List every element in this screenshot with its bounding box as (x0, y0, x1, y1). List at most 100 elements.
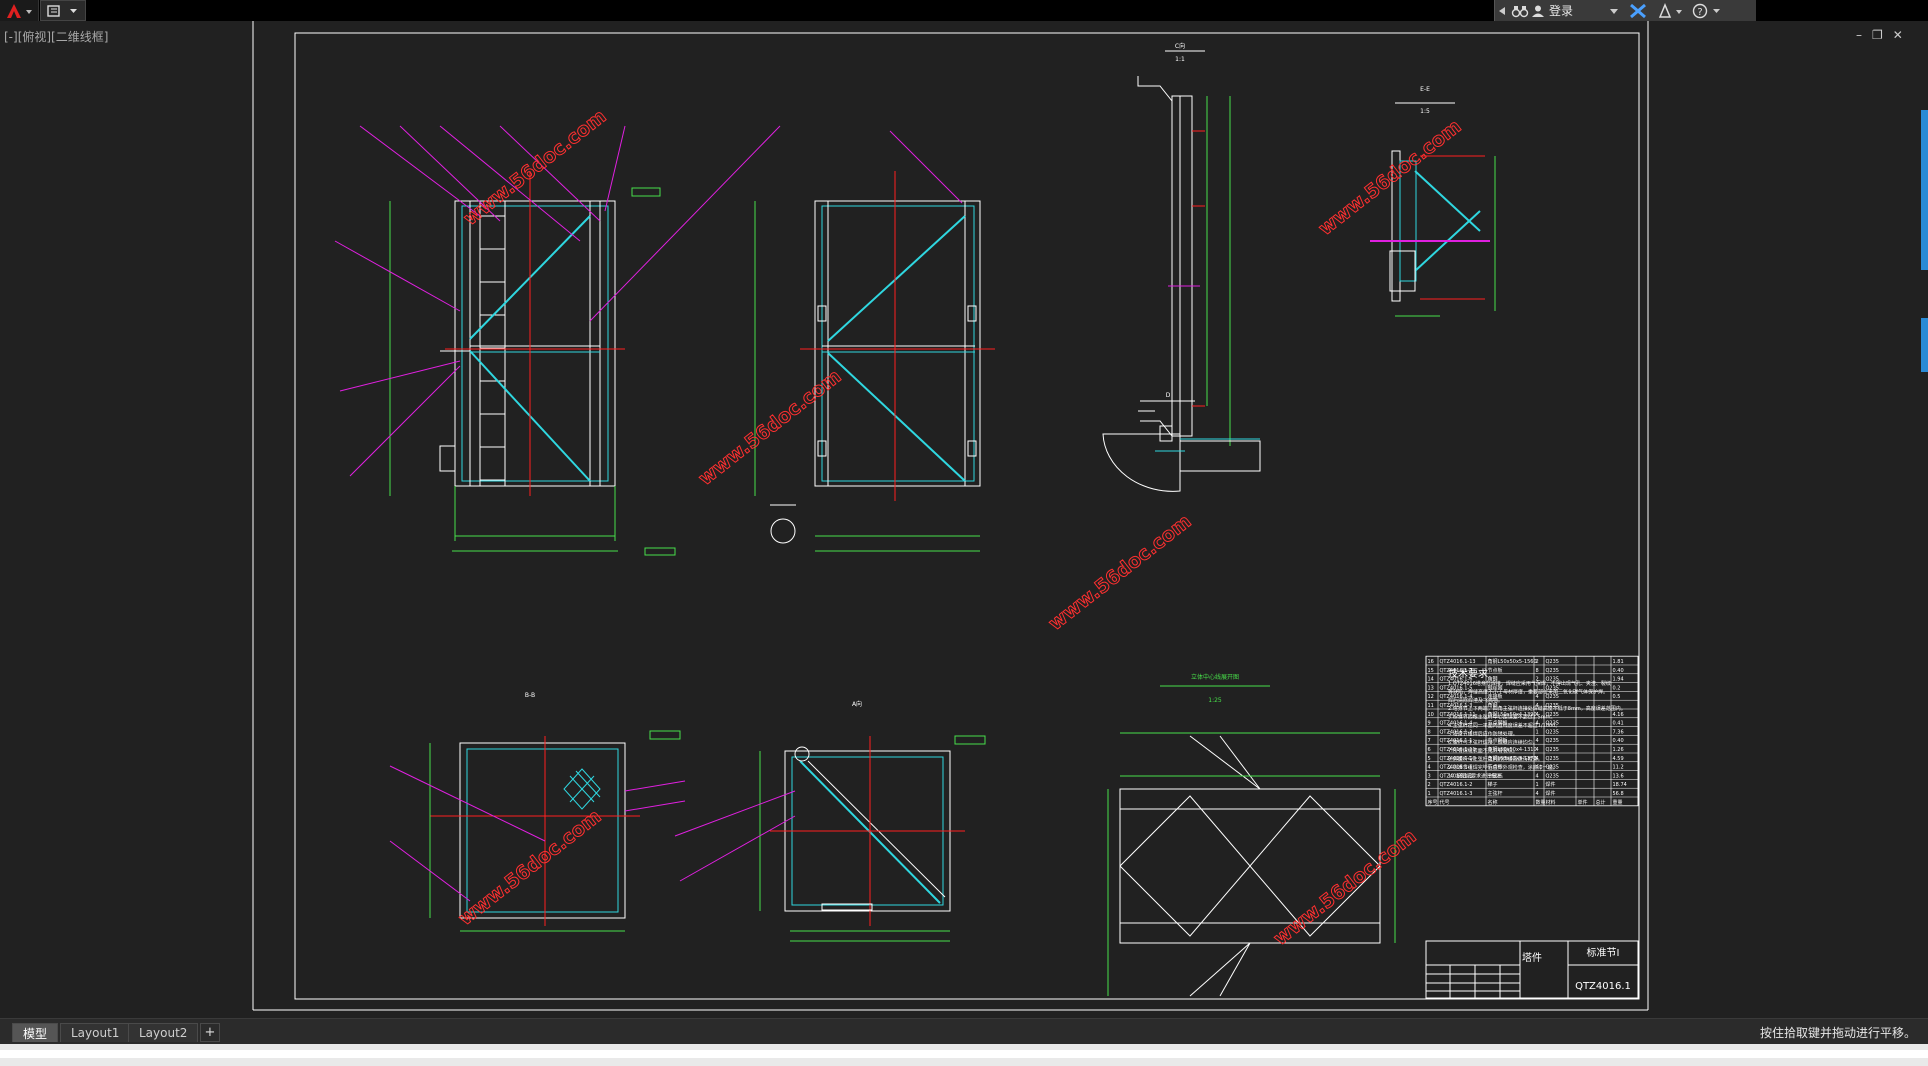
view-label-e: E-E (1420, 86, 1430, 93)
bom-cell: 节点板 (1488, 667, 1503, 674)
bom-cell: QTZ4016.1-10 (1440, 756, 1476, 762)
bom-cell: QTZ4016.1-4 (1440, 694, 1473, 700)
bom-cell: 4 (1536, 756, 1539, 762)
tab-layout2[interactable]: Layout2 (128, 1023, 199, 1042)
x-exchange-icon (1630, 3, 1646, 18)
bom-header-cell: 代号 (1440, 799, 1450, 806)
scroll-indicator-secondary[interactable] (1921, 318, 1928, 372)
watermark-text: www.56doc.com (1270, 825, 1421, 950)
bom-cell: 4 (1536, 738, 1539, 744)
bom-header-cell: 序号 (1428, 799, 1438, 806)
exchange-button[interactable] (1623, 0, 1653, 21)
info-collapse-arrow[interactable] (1495, 0, 1509, 21)
add-layout-button[interactable]: + (200, 1023, 220, 1042)
status-bar (0, 1044, 1928, 1066)
view-label-c: C向 (1175, 42, 1185, 50)
bom-cell: 2 (1536, 659, 1539, 665)
bom-cell: Q235 (1546, 677, 1559, 683)
bom-cell: 4 (1536, 791, 1539, 797)
bom-cell: 3 (1428, 773, 1431, 779)
bom-cell: QTZ4016.1-7 (1440, 668, 1473, 674)
unfolded-layout-view (1107, 685, 1396, 997)
binoculars-icon (1511, 5, 1529, 17)
bom-cell: 4 (1536, 765, 1539, 771)
view-label-scale-2: 1:5 (1420, 108, 1430, 115)
bom-cell: 节点钢板 (1488, 720, 1508, 727)
bom-cell: QTZ4016.1-1 (1440, 773, 1473, 779)
bom-cell: QTZ4016.1-1 (1440, 738, 1473, 744)
bom-cell: 节点板 (1488, 764, 1503, 771)
bill-of-materials-table: 16 QTZ4016.1-13 角钢L50x50x5-15602 Q235 1.8115… (1425, 655, 1639, 807)
bom-cell: 12 (1428, 694, 1434, 700)
a360-button[interactable] (1653, 0, 1687, 21)
bom-cell: 4 (1536, 773, 1539, 779)
bom-cell: 角钢L50x50x5-1560 (1488, 658, 1537, 665)
watermark-text: www.56doc.com (1315, 115, 1466, 240)
tab-layout1[interactable]: Layout1 (60, 1023, 131, 1042)
bom-cell: Q235 (1546, 668, 1559, 674)
bom-cell: 6 (1428, 747, 1431, 753)
tab-model[interactable]: 模型 (12, 1023, 59, 1042)
view-label-scale-1: 1:1 (1175, 56, 1185, 63)
quick-access-toolbar[interactable] (40, 0, 86, 21)
chevron-left-icon (1499, 6, 1505, 15)
bom-cell: 主弦杆 (1488, 772, 1503, 779)
bom-header-cell: 重量 (1613, 799, 1623, 806)
application-menu-button[interactable] (0, 0, 39, 21)
watermark-text: www.56doc.com (455, 805, 606, 930)
bom-cell: 8 (1536, 668, 1539, 674)
bom-cell: Q235 (1546, 756, 1559, 762)
watermark-text: www.56doc.com (695, 365, 846, 490)
view-label-scale-25: 1:25 (1208, 697, 1222, 704)
a360-icon (1658, 2, 1682, 18)
drawing-canvas[interactable]: 技术要求 1.QTZ4016塔身节焊接，焊缝应采用气保焊，不得出现气孔、夹渣、裂… (0, 21, 1928, 1017)
bom-cell: 1 (1536, 729, 1539, 735)
bom-cell: QTZ4016.1-13 (1440, 659, 1476, 665)
bom-cell: 4 (1536, 712, 1539, 718)
chevron-down-icon (1610, 8, 1618, 14)
bom-cell: 5 (1428, 756, 1431, 762)
title-bar: 登录 ? (0, 0, 1928, 21)
bom-cell: 连接板 (1488, 693, 1503, 700)
bom-header-cell: 单件 (1578, 799, 1588, 806)
view-label-layout: 立体中心线展开图 (1191, 673, 1239, 681)
bom-cell: 角钢 (1488, 702, 1498, 709)
side-view (754, 130, 995, 552)
bom-cell: QTZ4016.1-4 (1440, 721, 1473, 727)
info-center: 登录 ? (1494, 0, 1756, 21)
bom-cell: Q235 (1546, 694, 1559, 700)
scroll-indicator[interactable] (1921, 110, 1928, 270)
narrow-elevation-view (1137, 50, 1231, 446)
bom-cell: 角钢L50x50x4-1310 (1488, 746, 1537, 753)
login-button[interactable]: 登录 (1531, 0, 1623, 21)
bom-cell: 18.74 (1613, 782, 1627, 788)
bom-cell: QTZ4016.1-6 (1440, 677, 1473, 683)
watermark-text: www.56doc.com (1045, 510, 1196, 635)
title-block-part-name: 标准节Ⅰ (1587, 947, 1620, 959)
bom-cell: 焊件 (1546, 781, 1556, 788)
bom-cell: 8 (1428, 729, 1431, 735)
bom-cell: 56.8 (1613, 791, 1624, 797)
title-block-material: 塔件 (1522, 951, 1542, 964)
login-label: 登录 (1549, 4, 1574, 18)
bom-cell: 1 (1536, 782, 1539, 788)
bom-cell: 钢丝网 (1488, 684, 1503, 691)
bom-cell: 角钢 (1488, 676, 1498, 683)
help-button[interactable]: ? (1687, 0, 1727, 21)
title-block-doc-no: QTZ4016.1 (1575, 981, 1631, 992)
bom-cell: QTZ4016.1-3 (1440, 791, 1473, 797)
view-label-d: D (1166, 392, 1171, 399)
bom-header-cell: 总计 (1596, 799, 1606, 806)
bom-cell: 7.36 (1613, 729, 1624, 735)
bom-cell: 13 (1428, 685, 1434, 691)
drawing-frame (294, 32, 1640, 1000)
bom-cell: 1 (1428, 791, 1431, 797)
bom-cell: 4 (1428, 765, 1431, 771)
bom-cell: 角钢L50x50x4-1390 (1488, 711, 1537, 718)
bom-cell: QTZ4016.1-11 (1440, 747, 1476, 753)
bom-cell: Q235 (1546, 747, 1559, 753)
bom-cell: 1.81 (1613, 659, 1624, 665)
bom-cell: 2 (1536, 677, 1539, 683)
search-button[interactable] (1509, 0, 1531, 21)
bom-cell: 0.40 (1613, 668, 1624, 674)
